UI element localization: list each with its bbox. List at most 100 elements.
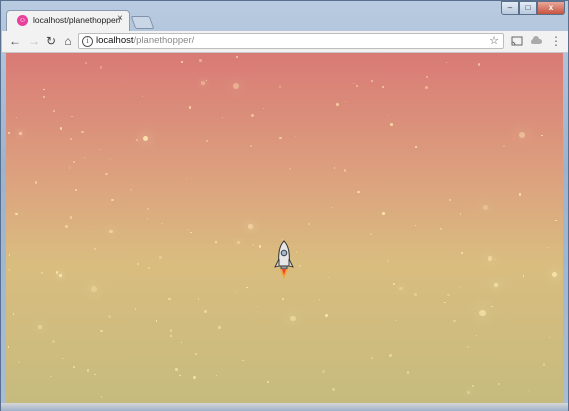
background-star (99, 65, 103, 69)
background-star (371, 357, 373, 360)
background-star (352, 83, 354, 85)
minimize-button[interactable]: – (501, 1, 519, 15)
background-star (175, 368, 178, 371)
game-canvas[interactable] (6, 53, 563, 403)
back-button[interactable]: ← (7, 33, 23, 49)
background-star (7, 346, 9, 348)
background-star (466, 346, 470, 349)
background-star (62, 357, 64, 359)
background-star (59, 273, 63, 277)
background-star (444, 301, 446, 303)
background-star (109, 159, 111, 161)
background-star (206, 140, 208, 142)
background-star (159, 256, 162, 259)
info-icon[interactable]: i (82, 36, 93, 47)
background-star (16, 116, 18, 118)
url-host: localhost (96, 35, 134, 46)
background-star (552, 272, 558, 278)
background-star (279, 136, 282, 140)
window-controls: – □ x (501, 1, 565, 15)
background-star (236, 240, 240, 244)
background-star (278, 85, 281, 88)
background-star (336, 102, 339, 106)
background-star (242, 360, 244, 362)
background-star (161, 223, 163, 225)
background-star (168, 297, 171, 301)
background-star (7, 132, 11, 135)
background-star (18, 131, 22, 135)
rocket-icon (274, 240, 294, 279)
background-star (392, 282, 396, 285)
smiley-favicon-icon: ☺ (17, 15, 28, 26)
browser-tab[interactable]: ☺ localhost/planethopper/ × (6, 10, 130, 31)
background-star (390, 122, 393, 126)
background-star (100, 396, 103, 398)
home-button[interactable]: ⌂ (60, 33, 76, 49)
background-star (475, 334, 477, 337)
background-star (290, 316, 296, 322)
background-star (249, 144, 252, 147)
close-window-button[interactable]: x (537, 1, 565, 15)
background-star (518, 193, 522, 196)
background-star (251, 244, 254, 247)
background-star (494, 258, 496, 260)
background-star (65, 225, 69, 229)
background-star (319, 299, 321, 301)
bookmark-star-icon[interactable]: ☆ (489, 34, 499, 48)
browser-toolbar: ← → ↻ ⌂ i localhost/planethopper/ ☆ ⋮ (2, 31, 568, 53)
background-star (205, 79, 208, 82)
new-tab-button[interactable] (130, 16, 155, 29)
background-star (251, 114, 254, 118)
background-star (518, 131, 525, 138)
reload-button[interactable]: ↻ (43, 33, 59, 49)
background-star (459, 286, 462, 288)
extension-icon[interactable] (529, 34, 543, 48)
tab-close-icon[interactable]: × (117, 14, 123, 24)
forward-button[interactable]: → (26, 33, 42, 49)
maximize-button[interactable]: □ (519, 1, 537, 15)
background-star (332, 388, 335, 391)
background-star (344, 100, 346, 103)
background-star (142, 95, 144, 97)
background-star (169, 334, 173, 337)
menu-icon[interactable]: ⋮ (549, 34, 563, 48)
tab-strip: ☺ localhost/planethopper/ × – □ x (1, 1, 568, 31)
background-star (388, 354, 392, 357)
background-star (447, 293, 450, 297)
background-star (546, 246, 548, 248)
background-star (13, 313, 15, 315)
background-star (193, 376, 196, 379)
background-star (85, 62, 88, 65)
background-star (90, 286, 97, 292)
background-star (146, 218, 149, 220)
background-star (502, 144, 506, 148)
background-star (256, 305, 258, 307)
background-star (449, 198, 452, 201)
background-star (333, 167, 335, 169)
background-star (40, 272, 44, 275)
background-star (424, 86, 428, 90)
background-star (180, 60, 183, 63)
cast-icon[interactable] (510, 34, 524, 48)
background-star (387, 114, 390, 116)
background-star (108, 229, 113, 234)
background-star (477, 63, 481, 66)
background-star (43, 88, 46, 91)
background-star (395, 319, 397, 322)
background-star (494, 283, 499, 288)
address-bar[interactable]: i localhost/planethopper/ ☆ (78, 33, 504, 49)
background-star (222, 117, 224, 119)
background-star (194, 352, 197, 356)
background-star (479, 309, 487, 317)
background-star (235, 290, 237, 292)
background-star (497, 382, 501, 385)
background-star (72, 365, 75, 368)
background-star (94, 373, 97, 376)
background-star (461, 252, 463, 255)
background-star (93, 247, 96, 251)
background-star (136, 138, 139, 141)
background-star (215, 374, 218, 376)
background-star (189, 106, 192, 109)
background-star (357, 190, 360, 194)
background-star (129, 188, 132, 191)
